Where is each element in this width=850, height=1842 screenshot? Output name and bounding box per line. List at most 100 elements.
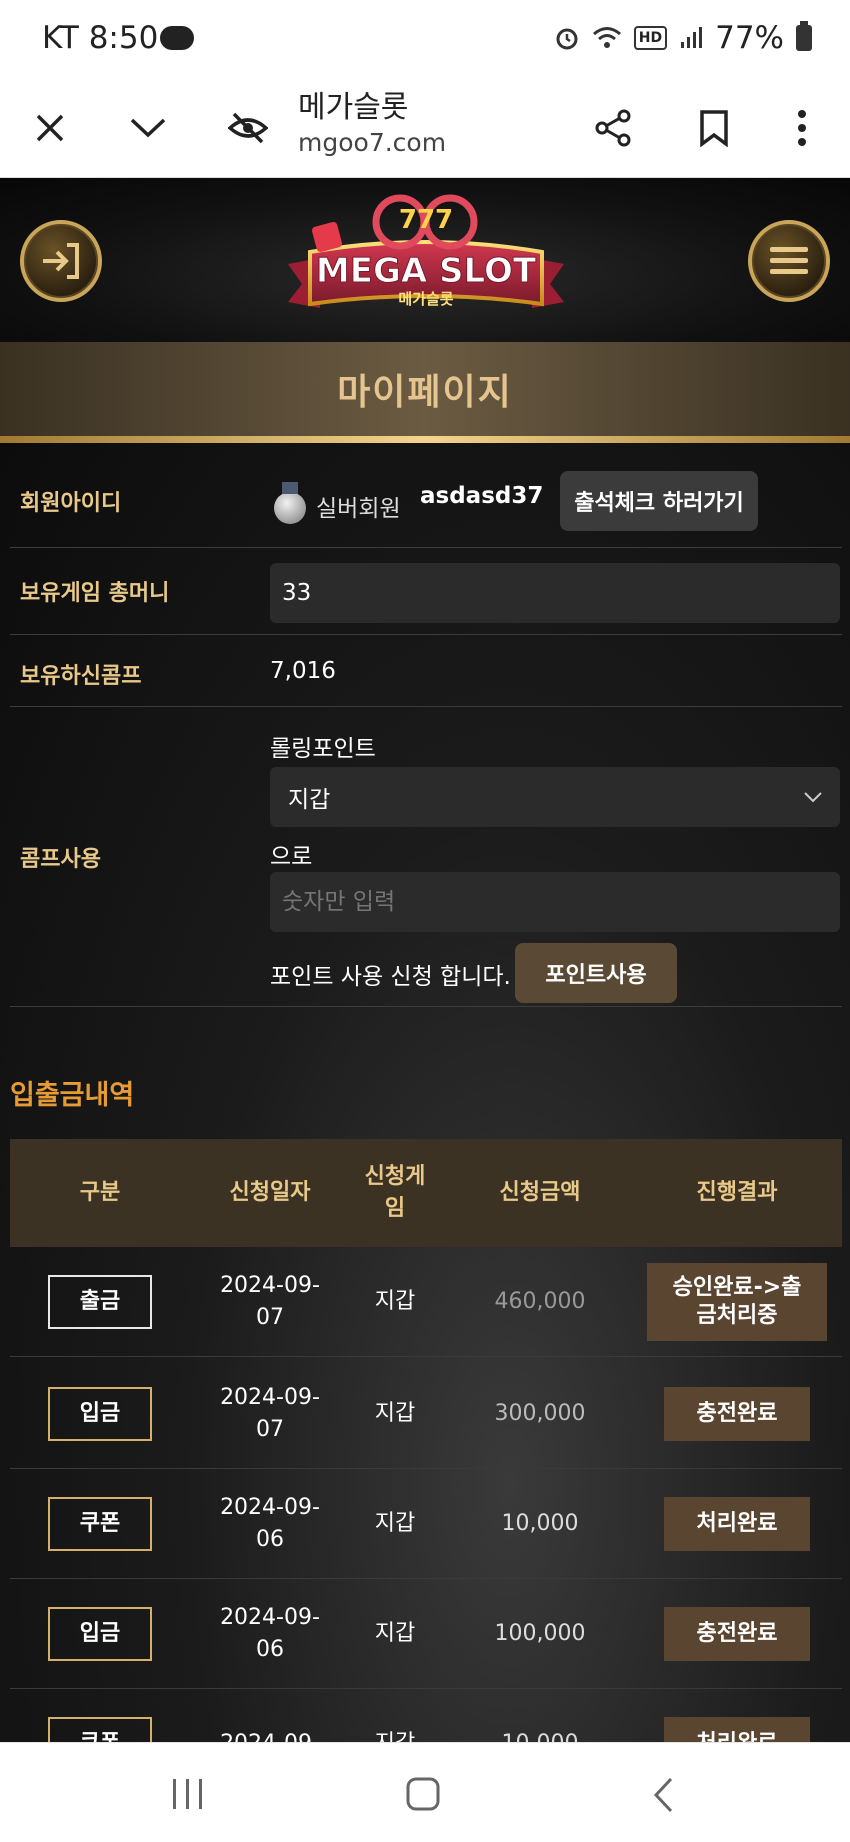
header-type: 구분 bbox=[79, 1180, 121, 1205]
header-date: 신청일자 bbox=[229, 1180, 311, 1205]
silver-medal-icon bbox=[274, 482, 306, 524]
page-title: 마이페이지 bbox=[337, 372, 513, 413]
point-amount-input[interactable] bbox=[270, 872, 840, 932]
date-part2: 07 bbox=[256, 1417, 284, 1442]
status-bar: KT 8:50 HD 77% bbox=[0, 0, 850, 78]
date-cell: 2024-09- 06 bbox=[180, 1579, 360, 1689]
table-row: 입금 2024-09- 06 지갑 100,000 충전완료 bbox=[10, 1579, 842, 1689]
wallet-select-value: 지갑 bbox=[288, 787, 331, 813]
header-amount: 신청금액 bbox=[499, 1180, 581, 1205]
result-badge: 충전완료 bbox=[664, 1607, 810, 1661]
member-id-row: 회원아이디 실버회원 asdasd37 출석체크 하러가기 bbox=[10, 458, 842, 548]
site-logo[interactable]: 777 MEGA SLOT 메가슬롯 bbox=[280, 192, 572, 332]
date-cell: 2024-09- 07 bbox=[180, 1359, 360, 1469]
history-title: 입출금내역 bbox=[10, 1080, 135, 1111]
logo-text: MEGA SLOT bbox=[316, 251, 537, 291]
header-game-line2: 임 bbox=[384, 1196, 406, 1221]
hamburger-icon bbox=[770, 247, 808, 274]
system-nav-bar bbox=[0, 1742, 850, 1842]
date-part2: 06 bbox=[256, 1637, 284, 1662]
game-money-row: 보유게임 총머니 33 bbox=[10, 548, 842, 635]
bookmark-icon[interactable] bbox=[686, 100, 742, 156]
table-row: 출금 2024-09- 07 지갑 460,000 승인완료->출금처리중 bbox=[10, 1247, 842, 1357]
apply-text: 포인트 사용 신청 합니다. bbox=[270, 964, 511, 990]
game-cell: 지갑 bbox=[374, 1289, 416, 1314]
amount-cell: 10,000 bbox=[501, 1511, 579, 1536]
result-line2: 금처리중 bbox=[696, 1303, 778, 1328]
amount-cell: 300,000 bbox=[494, 1401, 586, 1426]
logo-subtext: 메가슬롯 bbox=[398, 290, 453, 308]
date-part2: 06 bbox=[256, 1527, 284, 1552]
attendance-check-button[interactable]: 출석체크 하러가기 bbox=[560, 471, 758, 531]
date-part2: 07 bbox=[256, 1305, 284, 1330]
rolling-point-label: 롤링포인트 bbox=[270, 736, 376, 762]
member-id-label: 회원아이디 bbox=[20, 491, 122, 516]
logo-number: 777 bbox=[399, 205, 453, 235]
game-cell: 지갑 bbox=[374, 1621, 416, 1646]
result-line1: 승인완료->출 bbox=[672, 1275, 802, 1300]
status-icons: HD 77% bbox=[554, 20, 812, 56]
type-badge: 입금 bbox=[48, 1607, 152, 1661]
date-cell: 2024-09- 07 bbox=[180, 1247, 360, 1357]
date-part1: 2024-09- bbox=[220, 1495, 320, 1520]
game-cell: 지갑 bbox=[374, 1511, 416, 1536]
type-badge: 출금 bbox=[48, 1275, 152, 1329]
site-header: 777 MEGA SLOT 메가슬롯 bbox=[0, 178, 850, 342]
comp-value: 7,016 bbox=[270, 658, 336, 684]
to-label: 으로 bbox=[270, 844, 313, 870]
battery-icon bbox=[796, 21, 812, 51]
result-badge: 승인완료->출금처리중 bbox=[647, 1263, 827, 1341]
date-cell: 2024-09- 06 bbox=[180, 1469, 360, 1579]
alarm-icon bbox=[556, 28, 578, 50]
member-username: asdasd37 bbox=[420, 483, 544, 509]
chevron-down-icon bbox=[804, 792, 822, 803]
login-button[interactable] bbox=[20, 220, 102, 302]
amount-cell: 460,000 bbox=[494, 1289, 586, 1314]
wifi-icon bbox=[592, 27, 621, 48]
home-icon[interactable] bbox=[406, 1777, 440, 1811]
browser-toolbar: 메가슬롯 mgoo7.com bbox=[0, 78, 850, 178]
history-table-header: 구분 신청일자 신청게 임 신청금액 진행결과 bbox=[10, 1139, 842, 1247]
type-badge: 입금 bbox=[48, 1387, 152, 1441]
signal-icon bbox=[681, 27, 703, 48]
gold-divider bbox=[0, 436, 850, 443]
table-row: 입금 2024-09- 07 지갑 300,000 충전완료 bbox=[10, 1359, 842, 1469]
incognito-eye-icon[interactable] bbox=[220, 100, 276, 156]
close-icon[interactable] bbox=[22, 100, 78, 156]
date-part1: 2024-09- bbox=[220, 1385, 320, 1410]
type-badge: 쿠폰 bbox=[48, 1497, 152, 1551]
more-options-icon[interactable] bbox=[774, 100, 830, 156]
date-part1: 2024-09- bbox=[220, 1605, 320, 1630]
comp-use-row: 콤프사용 롤링포인트 지갑 으로 포인트 사용 신청 합니다. 포인트사용 bbox=[10, 707, 842, 1007]
chevron-down-icon[interactable] bbox=[120, 100, 176, 156]
recent-apps-icon[interactable] bbox=[170, 1779, 206, 1809]
page-title-bar: 마이페이지 bbox=[0, 342, 850, 436]
cloud-icon bbox=[160, 26, 194, 50]
comp-use-label: 콤프사용 bbox=[20, 847, 101, 872]
url-text[interactable]: mgoo7.com bbox=[298, 128, 446, 157]
result-badge: 충전완료 bbox=[664, 1387, 810, 1441]
use-point-button[interactable]: 포인트사용 bbox=[515, 943, 677, 1003]
page-title-browser: 메가슬롯 bbox=[298, 90, 409, 125]
header-result: 진행결과 bbox=[696, 1180, 778, 1205]
status-time: KT 8:50 bbox=[42, 20, 159, 56]
header-game: 신청게 임 bbox=[340, 1139, 450, 1247]
game-cell: 지갑 bbox=[374, 1401, 416, 1426]
game-money-label: 보유게임 총머니 bbox=[20, 581, 170, 606]
mypage-content: 회원아이디 실버회원 asdasd37 출석체크 하러가기 보유게임 총머니 3… bbox=[0, 443, 850, 1799]
menu-button[interactable] bbox=[748, 220, 830, 302]
table-row: 쿠폰 2024-09- 06 지갑 10,000 처리완료 bbox=[10, 1469, 842, 1579]
comp-label: 보유하신콤프 bbox=[20, 664, 142, 689]
battery-percent: 77% bbox=[715, 20, 784, 56]
share-icon[interactable] bbox=[586, 100, 642, 156]
login-icon bbox=[43, 243, 79, 279]
amount-cell: 100,000 bbox=[494, 1621, 586, 1646]
header-game-line1: 신청게 bbox=[364, 1164, 426, 1189]
wallet-select[interactable]: 지갑 bbox=[270, 767, 840, 827]
comp-row: 보유하신콤프 7,016 bbox=[10, 635, 842, 707]
result-badge: 처리완료 bbox=[664, 1497, 810, 1551]
hd-icon: HD bbox=[633, 26, 668, 50]
back-icon[interactable] bbox=[652, 1777, 674, 1813]
date-part1: 2024-09- bbox=[220, 1273, 320, 1298]
member-grade: 실버회원 bbox=[316, 496, 401, 522]
